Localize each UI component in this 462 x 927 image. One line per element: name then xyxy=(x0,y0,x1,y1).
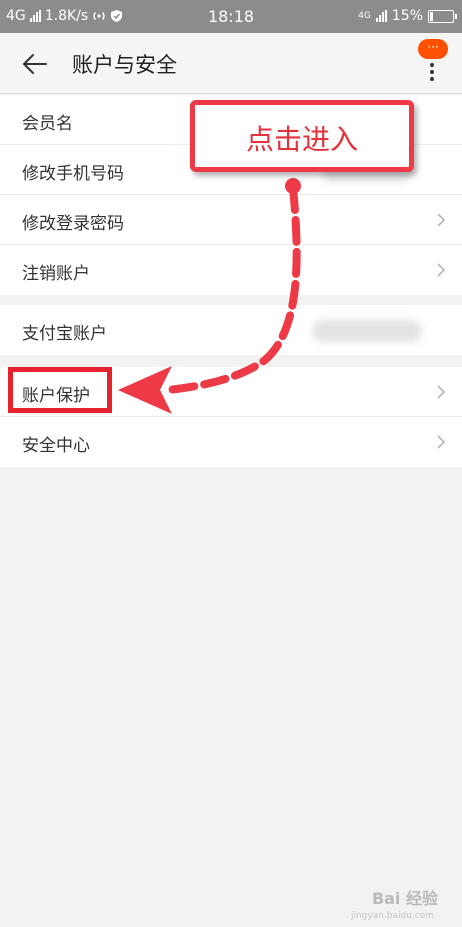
baidu-watermark-url: jingyan.baidu.com xyxy=(350,911,434,921)
baidu-watermark: Bai 经验 xyxy=(371,889,438,908)
highlight-box xyxy=(8,367,112,413)
callout-box: 点击进入 xyxy=(190,100,414,172)
callout-text: 点击进入 xyxy=(245,123,358,156)
